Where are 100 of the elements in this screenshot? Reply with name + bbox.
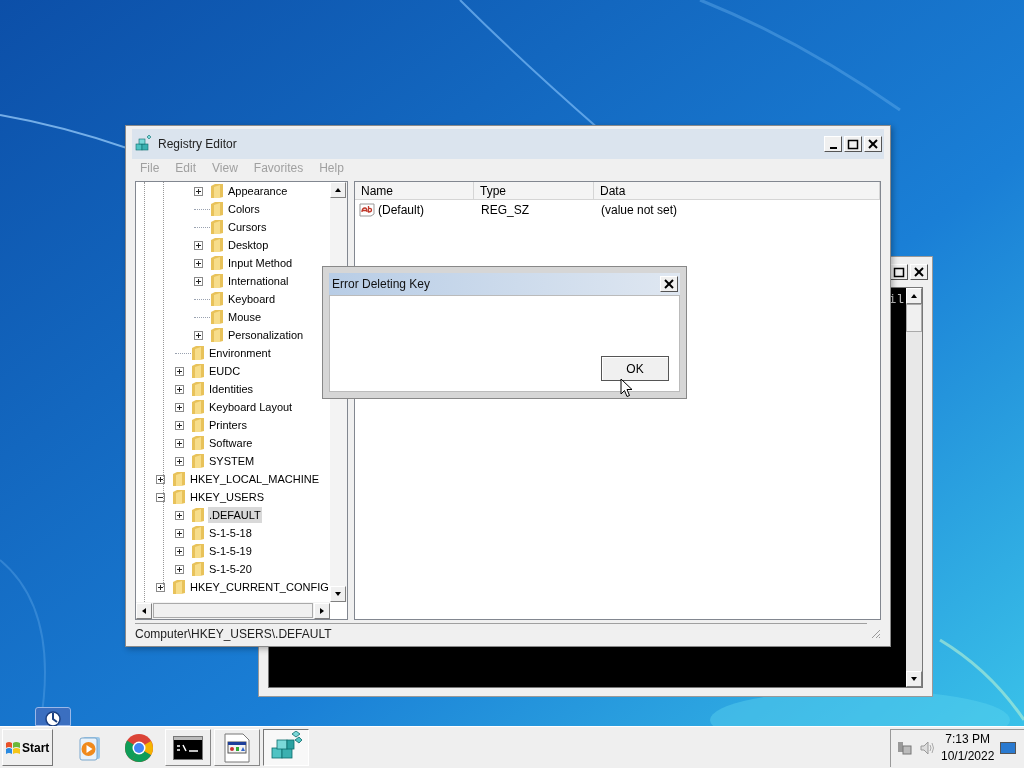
minimize-button[interactable] [824,136,842,152]
expand-icon[interactable] [175,402,184,412]
column-header[interactable]: Name [355,182,474,199]
expand-icon[interactable] [175,438,184,448]
close-icon [661,277,677,291]
tree-item[interactable]: Keyboard [227,290,277,308]
terminal-icon [173,735,203,760]
column-header[interactable]: Type [474,182,594,199]
folder-icon [191,345,205,361]
collapse-icon[interactable] [156,492,165,502]
scrollbar[interactable] [906,288,922,687]
expand-icon[interactable] [194,186,203,196]
expand-icon[interactable] [156,582,165,592]
folder-icon [210,291,224,307]
expand-icon[interactable] [175,510,184,520]
folder-icon [210,309,224,325]
scroll-arrow-button[interactable] [136,602,152,619]
tree-item[interactable]: HKEY_LOCAL_MACHINE [189,470,320,488]
tree-item[interactable]: International [227,272,290,290]
folder-icon [191,363,205,379]
table-cell-text: REG_SZ [480,201,530,219]
scrollbar-thumb[interactable] [906,304,922,332]
folder-icon [191,561,205,577]
scroll-arrow-button[interactable] [906,671,922,687]
shortcut-icon[interactable] [35,707,71,726]
folder-icon [210,327,224,343]
folder-icon [172,489,186,505]
close-button[interactable] [660,276,678,292]
tree-item[interactable]: S-1-5-20 [208,560,253,578]
tree-item[interactable]: EUDC [208,362,242,380]
scrollbar[interactable] [136,602,330,619]
flag-icon [5,739,21,756]
folder-icon [210,201,224,217]
tree-item[interactable]: Identities [208,380,255,398]
tree-item[interactable]: Mouse [227,308,263,326]
network-icon[interactable] [897,740,913,756]
table-cell-text: (value not set) [600,201,679,219]
maximize-button[interactable] [844,136,862,152]
folder-icon [191,453,205,469]
tree-item[interactable]: Appearance [227,182,289,200]
expand-icon[interactable] [175,420,184,430]
monitor-icon[interactable] [1000,742,1017,754]
tree-item[interactable]: S-1-5-18 [208,524,253,542]
clock-time: 7:13 PM [945,731,991,748]
expand-icon[interactable] [175,456,184,466]
status-bar: Computer\HKEY_USERS\.DEFAULT [135,623,867,643]
folder-icon [191,381,205,397]
tree-item[interactable]: .DEFAULT [208,506,262,524]
start-button[interactable]: Start [2,729,53,766]
folder-icon [191,399,205,415]
expand-icon[interactable] [194,240,203,250]
expand-icon[interactable] [175,564,184,574]
expand-icon[interactable] [175,546,184,556]
tree-item[interactable]: Desktop [227,236,270,254]
resize-grip-icon[interactable] [869,627,881,639]
folder-icon [210,183,224,199]
folder-icon [191,507,205,523]
expand-icon[interactable] [194,258,203,268]
ok-button[interactable]: OK [601,356,669,381]
tree-item[interactable]: Cursors [227,218,268,236]
folder-icon [210,273,224,289]
folder-icon [210,219,224,235]
expand-icon[interactable] [175,528,184,538]
close-button[interactable] [910,264,928,280]
tree-item[interactable]: SYSTEM [208,452,256,470]
expand-icon[interactable] [194,330,203,340]
tree-item[interactable]: Keyboard Layout [208,398,294,416]
scroll-arrow-button[interactable] [330,182,346,198]
window-title: Registry Editor [158,136,237,153]
folder-icon [210,255,224,271]
folder-icon [172,579,186,595]
scroll-arrow-button[interactable] [330,586,346,602]
tree-item[interactable]: S-1-5-19 [208,542,253,560]
expand-icon[interactable] [156,474,165,484]
tree-item[interactable]: Printers [208,416,248,434]
close-button[interactable] [864,136,882,152]
tree-item[interactable]: HKEY_USERS [189,488,265,506]
folder-icon [191,543,205,559]
folder-icon [191,417,205,433]
expand-icon[interactable] [175,366,184,376]
table-cell-text: (Default) [378,201,424,219]
tree-item[interactable]: Software [208,434,254,452]
tree-item[interactable]: Colors [227,200,261,218]
tree-item[interactable]: Environment [208,344,272,362]
expand-icon[interactable] [175,384,184,394]
minimize-icon [829,147,837,149]
close-icon [865,137,881,151]
maximize-icon [891,265,907,279]
scrollbar-thumb[interactable] [153,603,313,618]
folder-icon [210,237,224,253]
expand-icon[interactable] [194,276,203,286]
column-header[interactable]: Data [594,182,880,199]
tree-item[interactable]: Personalization [227,326,305,344]
scroll-arrow-button[interactable] [314,602,330,619]
scroll-arrow-button[interactable] [906,288,922,304]
tree-item[interactable]: HKEY_CURRENT_CONFIG [189,578,330,596]
cubes-icon [135,135,153,153]
maximize-icon [845,137,861,151]
clock-date: 10/1/2022 [941,748,995,765]
tree-item[interactable]: Input Method [227,254,294,272]
